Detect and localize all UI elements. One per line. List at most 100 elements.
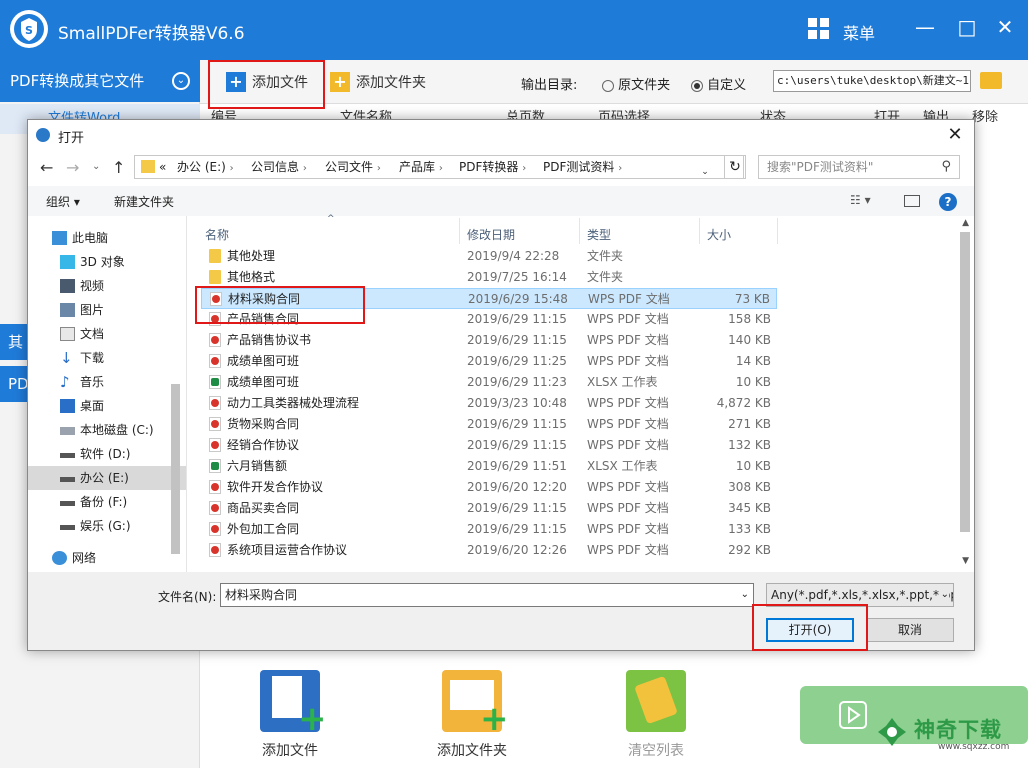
col-type[interactable]: 类型 bbox=[587, 226, 611, 243]
cancel-button[interactable]: 取消 bbox=[866, 618, 954, 642]
breadcrumb-overflow[interactable]: « bbox=[159, 156, 166, 178]
preview-pane-icon[interactable] bbox=[904, 195, 920, 207]
help-icon[interactable]: ? bbox=[939, 193, 957, 211]
breadcrumb-product-lib[interactable]: 产品库 › bbox=[399, 156, 443, 180]
breadcrumb-pdf-test-data[interactable]: PDF测试资料 › bbox=[543, 156, 622, 180]
nav-item-music[interactable]: ♪ 音乐 bbox=[28, 370, 186, 394]
address-dropdown-icon[interactable]: ⌄ bbox=[695, 161, 715, 183]
breadcrumb-label: 公司文件 bbox=[325, 160, 374, 174]
file-row[interactable]: 动力工具类器械处理流程 2019/3/23 10:48 WPS PDF 文档 4,87… bbox=[201, 393, 777, 414]
radio-original-folder[interactable]: 原文件夹 bbox=[602, 74, 670, 93]
nav-item-drive-f[interactable]: 备份 (F:) bbox=[28, 490, 186, 514]
bottom-add-file-button[interactable]: + 添加文件 bbox=[220, 670, 360, 760]
file-row[interactable]: 材料采购合同 2019/6/29 15:48 WPS PDF 文档 73 KB bbox=[201, 288, 777, 309]
breadcrumb-pdf-converter[interactable]: PDF转换器 › bbox=[459, 156, 526, 180]
file-row[interactable]: 其他处理 2019/9/4 22:28 文件夹 bbox=[201, 246, 777, 267]
filename-input[interactable]: 材料采购合同 ⌄ bbox=[220, 583, 754, 607]
col-size[interactable]: 大小 bbox=[707, 226, 731, 243]
menu-button[interactable]: 菜单 bbox=[843, 20, 875, 44]
file-row[interactable]: 产品销售协议书 2019/6/29 11:15 WPS PDF 文档 140 KB bbox=[201, 330, 777, 351]
nav-item-network[interactable]: 网络 bbox=[28, 546, 186, 570]
output-path-input[interactable]: c:\users\tuke\desktop\新建文~1 bbox=[773, 70, 971, 92]
file-row[interactable]: 成绩单图可班 2019/6/29 11:23 XLSX 工作表 10 KB bbox=[201, 372, 777, 393]
nav-item-videos[interactable]: 视频 bbox=[28, 274, 186, 298]
new-folder-button[interactable]: 新建文件夹 bbox=[114, 193, 174, 210]
sidebar-header[interactable]: PDF转换成其它文件 ⌄ bbox=[0, 60, 200, 102]
file-name: 产品销售合同 bbox=[227, 312, 300, 326]
sidebar-item-pdf[interactable]: PDF bbox=[0, 366, 37, 402]
browse-folder-icon[interactable] bbox=[980, 72, 1002, 89]
add-folder-button[interactable]: + 添加文件夹 bbox=[330, 66, 426, 98]
file-row[interactable]: 成绩单图可班 2019/6/29 11:25 WPS PDF 文档 14 KB bbox=[201, 351, 777, 372]
forward-arrow-icon[interactable]: → bbox=[66, 158, 79, 177]
maximize-button[interactable]: □ bbox=[952, 14, 982, 40]
breadcrumb-company-files[interactable]: 公司文件 › bbox=[325, 156, 381, 180]
organize-button[interactable]: 组织 ▾ bbox=[46, 193, 80, 210]
nav-item-3d-objects[interactable]: 3D 对象 bbox=[28, 250, 186, 274]
chevron-down-icon[interactable]: ⌄ bbox=[172, 72, 190, 90]
file-row[interactable]: 经销合作协议 2019/6/29 11:15 WPS PDF 文档 132 KB bbox=[201, 435, 777, 456]
nav-item-label: 软件 (D:) bbox=[80, 447, 131, 461]
radio-custom-folder[interactable]: 自定义 bbox=[691, 74, 746, 93]
nav-item-pictures[interactable]: 图片 bbox=[28, 298, 186, 322]
menu-grid-icon[interactable] bbox=[808, 18, 830, 40]
file-row[interactable]: 其他格式 2019/7/25 16:14 文件夹 bbox=[201, 267, 777, 288]
nav-item-desktop[interactable]: 桌面 bbox=[28, 394, 186, 418]
file-type-select[interactable]: Any(*.pdf,*.xls,*.xlsx,*.ppt,*.pp ⌄ bbox=[766, 583, 954, 607]
file-row[interactable]: 商品买卖合同 2019/6/29 11:15 WPS PDF 文档 345 KB bbox=[201, 498, 777, 519]
radio-icon[interactable] bbox=[602, 79, 614, 92]
plus-icon: + bbox=[226, 72, 246, 92]
radio-selected-icon[interactable] bbox=[691, 79, 703, 92]
open-button[interactable]: 打开(O) bbox=[766, 618, 854, 642]
file-size: 292 KB bbox=[728, 543, 771, 557]
nav-item-documents[interactable]: 文档 bbox=[28, 322, 186, 346]
nav-item-drive-e[interactable]: 办公 (E:) bbox=[28, 466, 186, 490]
back-arrow-icon[interactable]: ← bbox=[40, 158, 53, 177]
sidebar-item-other[interactable]: 其 bbox=[0, 324, 28, 360]
scroll-down-icon[interactable]: ▼ bbox=[962, 556, 969, 566]
file-row[interactable]: 外包加工合同 2019/6/29 11:15 WPS PDF 文档 133 KB bbox=[201, 519, 777, 540]
col-modified[interactable]: 修改日期 bbox=[467, 226, 515, 243]
file-row[interactable]: 系统项目运营合作协议 2019/6/20 12:26 WPS PDF 文档 292 K… bbox=[201, 540, 777, 561]
col-name[interactable]: 名称 bbox=[205, 226, 229, 243]
breadcrumb-drive-e[interactable]: 办公 (E:) › bbox=[177, 156, 234, 180]
nav-scrollbar[interactable] bbox=[171, 384, 180, 554]
app-logo-icon: S bbox=[10, 10, 48, 48]
file-row[interactable]: 货物采购合同 2019/6/29 11:15 WPS PDF 文档 271 KB bbox=[201, 414, 777, 435]
dialog-close-button[interactable]: ✕ bbox=[944, 124, 966, 146]
add-file-button[interactable]: + 添加文件 bbox=[226, 66, 308, 98]
up-arrow-icon[interactable]: ↑ bbox=[112, 158, 125, 177]
file-size: 14 KB bbox=[735, 354, 771, 368]
file-type: WPS PDF 文档 bbox=[587, 522, 669, 536]
refresh-button[interactable]: ↻ bbox=[724, 155, 746, 179]
open-file-dialog: 打开 ✕ ← → ⌄ ↑ « 办公 (E:) › 公司信息 › 公司文件 › 产… bbox=[27, 119, 975, 651]
search-input[interactable]: 搜索"PDF测试资料" ⚲ bbox=[758, 155, 960, 179]
scroll-up-icon[interactable]: ▲ bbox=[962, 218, 969, 228]
file-row[interactable]: 软件开发合作协议 2019/6/20 12:20 WPS PDF 文档 308 KB bbox=[201, 477, 777, 498]
search-icon[interactable]: ⚲ bbox=[941, 156, 951, 178]
chevron-down-icon[interactable]: ⌄ bbox=[938, 584, 949, 606]
file-size: 158 KB bbox=[728, 312, 771, 326]
nav-item-drive-g[interactable]: 娱乐 (G:) bbox=[28, 514, 186, 538]
file-size: 345 KB bbox=[728, 501, 771, 515]
recent-dropdown-icon[interactable]: ⌄ bbox=[92, 161, 100, 172]
folder-icon bbox=[141, 160, 155, 173]
nav-item-this-pc[interactable]: 此电脑 bbox=[28, 226, 186, 250]
nav-item-drive-d[interactable]: 软件 (D:) bbox=[28, 442, 186, 466]
view-options-icon[interactable]: ☷ ▾ bbox=[850, 193, 871, 207]
breadcrumb-company-info[interactable]: 公司信息 › bbox=[251, 156, 307, 180]
nav-item-drive-c[interactable]: 本地磁盘 (C:) bbox=[28, 418, 186, 442]
app-title: SmallPDFer转换器V6.6 bbox=[58, 24, 245, 44]
file-row[interactable]: 产品销售合同 2019/6/29 11:15 WPS PDF 文档 158 KB bbox=[201, 309, 777, 330]
address-bar[interactable]: « 办公 (E:) › 公司信息 › 公司文件 › 产品库 › PDF转换器 ›… bbox=[134, 155, 744, 179]
close-app-button[interactable]: ✕ bbox=[990, 14, 1020, 40]
chevron-down-icon[interactable]: ⌄ bbox=[741, 584, 749, 606]
clear-list-button[interactable]: 清空列表 bbox=[586, 670, 726, 760]
watermark: 神奇下载 www.sqxzz.com bbox=[876, 712, 1026, 762]
file-row[interactable]: 六月销售额 2019/6/29 11:51 XLSX 工作表 10 KB bbox=[201, 456, 777, 477]
minimize-button[interactable]: — bbox=[910, 14, 940, 40]
bottom-add-folder-button[interactable]: + 添加文件夹 bbox=[402, 670, 542, 760]
nav-item-downloads[interactable]: ↓ 下载 bbox=[28, 346, 186, 370]
file-list-scrollbar[interactable] bbox=[960, 232, 970, 532]
file-type: WPS PDF 文档 bbox=[587, 333, 669, 347]
